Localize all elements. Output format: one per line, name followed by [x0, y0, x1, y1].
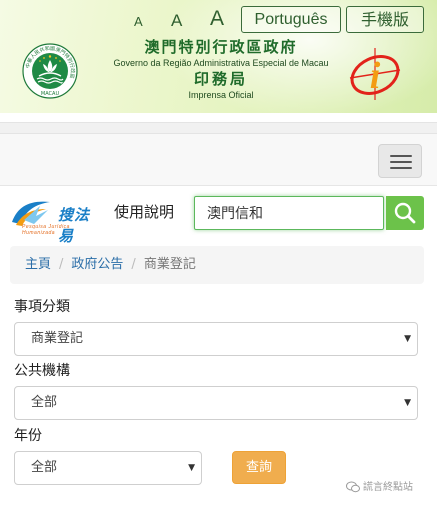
- emblem-caption: MACAU: [41, 91, 60, 97]
- year-label: 年份: [14, 428, 42, 444]
- hamburger-line-icon: [390, 167, 412, 169]
- search-service-logo[interactable]: 搜法易 Pesquisa Jurídica Humanizada: [10, 196, 104, 245]
- year-select[interactable]: 全部 ▼: [14, 451, 202, 485]
- breadcrumb-separator: /: [59, 257, 64, 272]
- watermark: 謊言終點站: [346, 481, 413, 494]
- imprensa-oficial-logo-icon: i: [349, 48, 401, 100]
- hamburger-menu-button[interactable]: [378, 144, 422, 178]
- agency-select[interactable]: 全部 ▼: [14, 386, 418, 420]
- search-button[interactable]: [386, 196, 424, 230]
- wechat-icon: [346, 481, 360, 493]
- breadcrumb-notices-link[interactable]: 政府公告: [71, 257, 123, 272]
- search-logo-subtitle: Pesquisa Jurídica Humanizada: [22, 224, 70, 236]
- government-name-portuguese: Governo da Região Administrativa Especia…: [113, 58, 329, 68]
- navigation-bar: [0, 134, 437, 186]
- category-select-value: 商業登記: [31, 331, 84, 346]
- usage-help-link[interactable]: 使用說明: [114, 202, 174, 222]
- agency-label: 公共機構: [14, 363, 70, 379]
- breadcrumb-separator: /: [131, 257, 136, 272]
- search-input[interactable]: [194, 196, 384, 230]
- office-name-portuguese: Imprensa Oficial: [188, 90, 254, 100]
- site-header: A A A Português 手機版 中華人民共和國澳門特別行政區 MACAU…: [0, 0, 437, 113]
- breadcrumb-current: 商業登記: [143, 257, 196, 272]
- font-size-small-button[interactable]: A: [134, 15, 143, 28]
- font-size-large-button[interactable]: A: [210, 8, 224, 29]
- category-label: 事項分類: [14, 299, 70, 315]
- dropdown-caret-icon: ▼: [404, 334, 411, 344]
- portuguese-language-button[interactable]: Português: [241, 6, 341, 33]
- year-select-value: 全部: [31, 460, 58, 475]
- macau-emblem-icon: 中華人民共和國澳門特別行政區 MACAU: [22, 43, 78, 99]
- hamburger-line-icon: [390, 155, 412, 157]
- agency-select-value: 全部: [31, 395, 58, 410]
- category-select[interactable]: 商業登記 ▼: [14, 322, 418, 356]
- watermark-text: 謊言終點站: [363, 482, 413, 493]
- header-separator: [0, 122, 437, 134]
- office-name-chinese: 印務局: [193, 70, 248, 88]
- breadcrumb: 主頁 / 政府公告 / 商業登記: [10, 246, 424, 284]
- query-button[interactable]: 查詢: [232, 451, 286, 484]
- mobile-version-button[interactable]: 手機版: [346, 6, 424, 33]
- dropdown-caret-icon: ▼: [188, 463, 195, 473]
- breadcrumb-home-link[interactable]: 主頁: [25, 257, 51, 272]
- font-size-medium-button[interactable]: A: [171, 12, 182, 29]
- government-name-chinese: 澳門特別行政區政府: [144, 38, 298, 56]
- hamburger-line-icon: [390, 161, 412, 163]
- dropdown-caret-icon: ▼: [404, 398, 411, 408]
- search-icon: [394, 202, 416, 224]
- io-logo-letter: i: [370, 55, 381, 97]
